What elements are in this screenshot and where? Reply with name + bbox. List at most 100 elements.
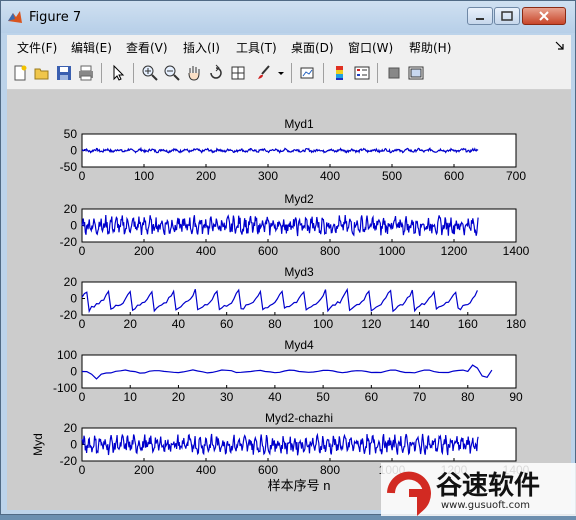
x-tick-label: 60	[220, 317, 234, 331]
y-tick-label: -20	[60, 308, 78, 322]
menu-window[interactable]: 窗口(W)	[348, 39, 393, 56]
toolbar	[7, 57, 571, 90]
toolbar-separator	[377, 63, 378, 83]
x-tick-label: 1200	[441, 244, 468, 258]
menu-view[interactable]: 查看(V)	[126, 39, 168, 56]
x-tick-label: 80	[461, 390, 475, 404]
y-tick-label: 0	[70, 438, 77, 452]
x-tick-label: 700	[506, 169, 526, 183]
maximize-button[interactable]	[494, 7, 520, 25]
y-tick-label: -100	[53, 381, 77, 395]
axes-title: Myd3	[284, 265, 314, 279]
x-tick-label: 160	[458, 317, 478, 331]
axes-title: Myd2-chazhi	[265, 411, 333, 425]
axes-2[interactable]	[81, 208, 517, 243]
x-tick-label: 100	[134, 169, 154, 183]
y-tick-label: 100	[57, 348, 77, 362]
insert-colorbar-icon[interactable]	[331, 64, 349, 82]
x-tick-label: 10	[124, 390, 138, 404]
show-plot-tools-icon[interactable]	[407, 64, 425, 82]
insert-legend-icon[interactable]	[353, 64, 371, 82]
x-tick-label: 300	[258, 169, 278, 183]
y-tick-label: 50	[64, 127, 78, 141]
watermark-name: 谷速软件	[436, 471, 541, 501]
rotate-3d-icon[interactable]	[207, 64, 225, 82]
x-tick-label: 0	[79, 390, 86, 404]
brush-dropdown-icon[interactable]	[277, 64, 285, 82]
x-tick-label: 600	[258, 463, 278, 477]
x-tick-label: 500	[382, 169, 402, 183]
matlab-icon	[8, 11, 22, 23]
menu-edit[interactable]: 编辑(E)	[71, 39, 112, 56]
x-tick-label: 800	[320, 244, 340, 258]
menu-help[interactable]: 帮助(H)	[409, 39, 451, 56]
y-tick-label: 20	[64, 275, 78, 289]
dock-arrow-icon[interactable]	[555, 41, 565, 51]
x-tick-label: 0	[79, 169, 86, 183]
print-icon[interactable]	[77, 64, 95, 82]
hide-plot-tools-icon[interactable]	[385, 64, 403, 82]
menu-insert[interactable]: 插入(I)	[183, 39, 220, 56]
figure-canvas: Myd1 50 0 -50 0 100 200 300 400 500 600 700 Myd2 20 0-…	[7, 90, 571, 510]
menu-desktop[interactable]: 桌面(D)	[291, 39, 334, 56]
figure-window: Figure 7 文件(F) 编辑(E) 查看(V) 插入(I) 工具(T) 桌…	[0, 0, 576, 516]
pan-icon[interactable]	[185, 64, 203, 82]
x-axis-label: 样本序号 n	[268, 478, 331, 493]
link-plot-icon[interactable]	[299, 64, 317, 82]
x-tick-label: 200	[134, 463, 154, 477]
edit-plot-icon[interactable]	[109, 64, 127, 82]
x-tick-label: 1000	[379, 244, 406, 258]
menu-bar: 文件(F) 编辑(E) 查看(V) 插入(I) 工具(T) 桌面(D) 窗口(W…	[7, 35, 571, 57]
y-tick-label: 0	[70, 219, 77, 233]
x-tick-label: 400	[196, 463, 216, 477]
y-tick-label: -20	[60, 454, 78, 468]
plot-area: Myd1500-500 100 200 300 400 500 600 700Myd2200-…	[31, 117, 530, 493]
x-tick-label: 0	[79, 244, 86, 258]
title-bar[interactable]: Figure 7	[1, 1, 575, 33]
minimize-button[interactable]	[467, 7, 493, 25]
x-tick-label: 800	[320, 463, 340, 477]
data-cursor-icon[interactable]	[229, 64, 247, 82]
y-tick-label: -20	[60, 235, 78, 249]
x-tick-label: 100	[313, 317, 333, 331]
new-figure-icon[interactable]	[11, 64, 29, 82]
close-icon	[539, 11, 549, 21]
watermark: 谷速软件 www.gusuoft.com	[381, 463, 576, 516]
x-tick-label: 20	[124, 317, 138, 331]
y-tick-label: 20	[64, 421, 78, 435]
close-button[interactable]	[522, 7, 566, 25]
watermark-url: www.gusuoft.com	[441, 500, 530, 511]
maximize-icon	[501, 11, 513, 21]
axes-title: Myd1	[284, 117, 314, 131]
menu-tools[interactable]: 工具(T)	[236, 39, 277, 56]
save-icon[interactable]	[55, 64, 73, 82]
toolbar-separator	[291, 63, 292, 83]
minimize-icon	[476, 18, 484, 20]
x-tick-label: 1400	[503, 244, 530, 258]
menu-file[interactable]: 文件(F)	[17, 39, 57, 56]
y-tick-label: 0	[70, 365, 77, 379]
x-tick-label: 400	[196, 244, 216, 258]
x-tick-label: 90	[509, 390, 523, 404]
x-tick-label: 600	[258, 244, 278, 258]
x-tick-label: 40	[268, 390, 282, 404]
y-tick-label: 20	[64, 202, 78, 216]
y-tick-label: 0	[70, 144, 77, 158]
y-axis-label: Myd	[31, 433, 45, 456]
x-tick-label: 120	[361, 317, 381, 331]
x-tick-label: 20	[172, 390, 186, 404]
brush-icon[interactable]	[255, 64, 273, 82]
x-tick-label: 70	[413, 390, 427, 404]
open-icon[interactable]	[33, 64, 51, 82]
x-tick-label: 400	[320, 169, 340, 183]
zoom-out-icon[interactable]	[163, 64, 181, 82]
x-tick-label: 180	[506, 317, 526, 331]
zoom-in-icon[interactable]	[141, 64, 159, 82]
x-tick-label: 200	[134, 244, 154, 258]
x-tick-label: 0	[79, 317, 86, 331]
toolbar-separator	[323, 63, 324, 83]
x-tick-label: 50	[316, 390, 330, 404]
x-tick-label: 140	[410, 317, 430, 331]
x-tick-label: 600	[444, 169, 464, 183]
y-tick-label: -50	[60, 160, 78, 174]
